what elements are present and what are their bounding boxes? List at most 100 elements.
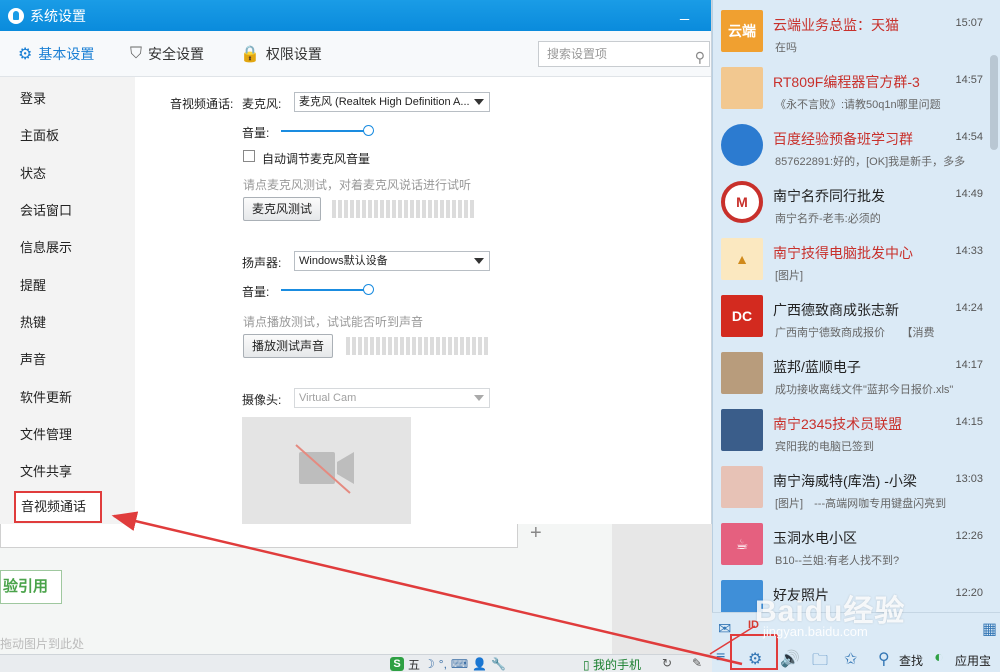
- gear-icon: ⚙: [18, 46, 33, 63]
- settings-search-input[interactable]: 搜索设置项 ⚲: [538, 41, 710, 67]
- gear-highlight-box: [730, 634, 778, 670]
- sidebar-item-file-management[interactable]: 文件管理: [20, 424, 72, 443]
- orange-box-avatar[interactable]: 云端: [721, 10, 763, 52]
- speaker-volume-knob[interactable]: [363, 284, 374, 295]
- speaker-label: 扬声器:: [242, 256, 282, 270]
- ime-tray[interactable]: S 五 ☽ °, ⌨ 👤 🔧: [390, 656, 506, 672]
- add-button[interactable]: +: [530, 522, 542, 545]
- window-title: 系统设置: [30, 7, 86, 24]
- chat-list-item[interactable]: 南宁2345技术员联盟 14:15 宾阳我的电脑已签到: [713, 399, 997, 456]
- chat-preview: B10--兰姐:有老人找不到?: [775, 555, 900, 567]
- chat-name: 南宁海威特(库浩) -小梁: [773, 473, 917, 489]
- wrench-icon[interactable]: 🔧: [491, 657, 506, 671]
- refresh-icon[interactable]: ↻: [662, 656, 672, 670]
- camera-select[interactable]: Virtual Cam: [294, 388, 490, 408]
- ime-mode-label[interactable]: 五: [408, 656, 420, 672]
- punctuation-icon[interactable]: °,: [439, 657, 447, 671]
- chat-list-item[interactable]: 云端 云端业务总监：天猫 15:07 在吗: [713, 0, 997, 57]
- chat-name: RT809F编程器官方群-3: [773, 74, 920, 90]
- app-store-label[interactable]: 应用宝: [955, 652, 991, 669]
- camera-label: 摄像头:: [242, 393, 282, 407]
- title-bar[interactable]: 系统设置 _: [0, 0, 711, 31]
- sidebar-item-reminder[interactable]: 提醒: [20, 275, 46, 294]
- handshake-avatar[interactable]: [721, 67, 763, 109]
- tab-basic-settings[interactable]: ⚙ 基本设置: [18, 44, 94, 64]
- search-icon[interactable]: ⚲: [695, 45, 705, 69]
- chat-time: 12:26: [955, 530, 983, 542]
- chat-list-scrollbar[interactable]: [990, 55, 998, 150]
- chat-list-item[interactable]: ☕ 玉洞水电小区 12:26 B10--兰姐:有老人找不到?: [713, 513, 997, 570]
- my-phone-link[interactable]: ▯ 我的手机: [583, 656, 641, 672]
- mic-select[interactable]: 麦克风 (Realtek High Definition A...: [294, 92, 490, 112]
- sidebar-item-chat-window[interactable]: 会话窗口: [20, 200, 72, 219]
- sidebar-item-hotkeys[interactable]: 热键: [20, 312, 46, 331]
- auto-adjust-checkbox[interactable]: [243, 150, 255, 162]
- tab-label: 安全设置: [148, 46, 205, 62]
- chat-list-item[interactable]: M 南宁名乔同行批发 14:49 南宁名乔-老韦:必须的: [713, 171, 997, 228]
- sidebar-item-file-sharing[interactable]: 文件共享: [20, 461, 72, 480]
- star-icon[interactable]: ✩: [844, 649, 857, 669]
- app-store-icon[interactable]: ◐: [934, 649, 944, 667]
- tab-bar: ⚙ 基本设置 ⛉ 安全设置 🔒 权限设置 搜索设置项 ⚲: [0, 31, 711, 77]
- chat-list-item[interactable]: 百度经验预备班学习群 14:54 857622891:好的，[OK]我是新手，多多: [713, 114, 997, 171]
- chat-list-item[interactable]: ▲ 南宁技得电脑批发中心 14:33 [图片]: [713, 228, 997, 285]
- speaker-test-button[interactable]: 播放测试声音: [243, 334, 334, 358]
- folder-icon[interactable]: 🗀: [812, 649, 828, 672]
- background-input[interactable]: [0, 524, 518, 548]
- speaker-icon[interactable]: 🔊: [780, 649, 800, 669]
- camera-preview: [242, 417, 411, 524]
- mic-level-meter: [332, 200, 474, 218]
- girl-photo-avatar[interactable]: [721, 466, 763, 508]
- sidebar-item-login[interactable]: 登录: [20, 88, 46, 107]
- mic-volume-knob[interactable]: [363, 125, 374, 136]
- chat-list-item[interactable]: 蓝邦/蓝顺电子 14:17 成功接收离线文件"蓝邦今日报价.xls": [713, 342, 997, 399]
- mic-volume-slider[interactable]: [281, 130, 367, 132]
- chat-preview: 《永不言败》:请教50q1n哪里问题: [775, 99, 941, 111]
- sidebar-item-info-display[interactable]: 信息展示: [20, 237, 72, 256]
- chat-preview: 南宁名乔-老韦:必须的: [775, 213, 881, 225]
- grid-icon[interactable]: ▦: [982, 619, 997, 639]
- tech-logo-avatar[interactable]: ▲: [721, 238, 763, 280]
- chevron-down-icon: [474, 258, 484, 264]
- speaker-select[interactable]: Windows默认设备: [294, 251, 490, 271]
- chat-list-panel: 云端 云端业务总监：天猫 15:07 在吗 RT809F编程器官方群-3 14:57 《永不…: [712, 0, 1000, 612]
- chat-list-item[interactable]: DC 广西德致商成张志新 14:24 广西南宁德致商成报价 【消费: [713, 285, 997, 342]
- settings-sidebar: 登录 主面板 状态 会话窗口 信息展示 提醒 热键 声音 软件更新 文件管理 文…: [0, 77, 135, 524]
- sidebar-item-software-update[interactable]: 软件更新: [20, 387, 72, 406]
- chat-list-item[interactable]: RT809F编程器官方群-3 14:57 《永不言败》:请教50q1n哪里问题: [713, 57, 997, 114]
- chat-time: 14:15: [955, 416, 983, 428]
- sidebar-item-main-panel[interactable]: 主面板: [20, 125, 59, 144]
- sidebar-item-status[interactable]: 状态: [20, 163, 46, 182]
- keyboard-icon[interactable]: ⌨: [451, 657, 468, 671]
- mic-test-button[interactable]: 麦克风测试: [243, 197, 322, 221]
- octopus-avatar[interactable]: [721, 409, 763, 451]
- chat-list-item[interactable]: 南宁海威特(库浩) -小梁 13:03 [图片] ---高端网咖专用键盘闪亮到: [713, 456, 997, 513]
- sidebar-item-sound[interactable]: 声音: [20, 349, 46, 368]
- paw-logo-avatar[interactable]: [721, 124, 763, 166]
- chat-time: 14:54: [955, 131, 983, 143]
- moon-icon[interactable]: ☽: [424, 657, 435, 671]
- tab-security-settings[interactable]: ⛉ 安全设置: [130, 44, 204, 64]
- user-icon[interactable]: 👤: [472, 657, 487, 671]
- chat-preview: [图片]: [775, 270, 804, 282]
- chat-preview: [图片] ---高端网咖专用键盘闪亮到: [775, 498, 947, 510]
- pin-icon[interactable]: ✎: [692, 656, 702, 670]
- search-label[interactable]: 查找: [899, 652, 923, 669]
- settings-window: 系统设置 _ ⚙ 基本设置 ⛉ 安全设置 🔒 权限设置 搜索设置项 ⚲ 登录 主…: [0, 0, 712, 524]
- photo-avatar[interactable]: [721, 352, 763, 394]
- cup-avatar[interactable]: ☕: [721, 523, 763, 565]
- chat-time: 13:03: [955, 473, 983, 485]
- speaker-volume-slider[interactable]: [281, 289, 367, 291]
- quote-button[interactable]: 验引用: [0, 570, 62, 604]
- mic-volume-label: 音量:: [242, 126, 270, 140]
- tab-permission-settings[interactable]: 🔒 权限设置: [240, 44, 322, 64]
- chat-name: 南宁技得电脑批发中心: [773, 245, 913, 261]
- m-logo-avatar[interactable]: M: [721, 181, 763, 223]
- ime-logo-icon[interactable]: S: [390, 657, 404, 671]
- menu-icon[interactable]: ≡: [716, 649, 725, 667]
- search-icon[interactable]: ⚲: [878, 649, 890, 669]
- dc-logo-avatar[interactable]: DC: [721, 295, 763, 337]
- chat-preview: 成功接收离线文件"蓝邦今日报价.xls": [775, 384, 954, 396]
- minimize-icon[interactable]: _: [680, 4, 689, 22]
- sidebar-item-av-call[interactable]: 音视频通话: [14, 491, 102, 523]
